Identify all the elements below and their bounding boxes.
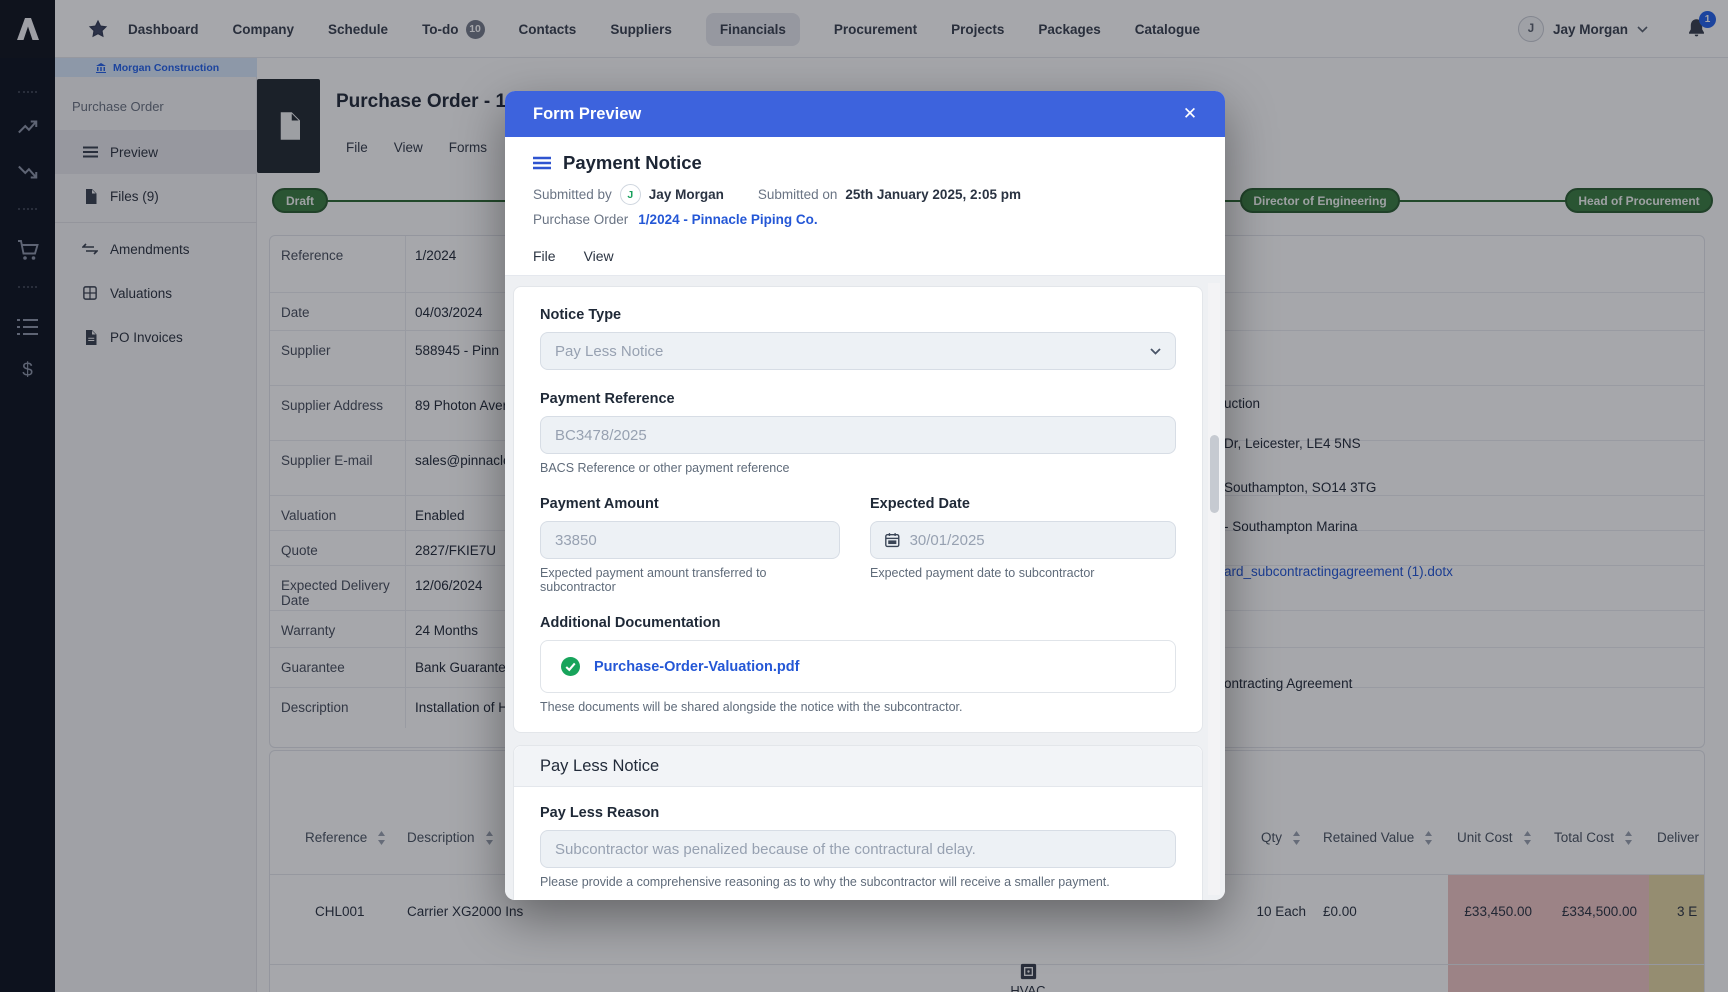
calendar-icon [885,532,900,548]
form-preview-modal: Form Preview ✕ Payment Notice Submitted … [505,91,1225,900]
chevron-down-icon [1150,348,1161,355]
expected-date-helper: Expected payment date to subcontractor [870,566,1176,580]
po-label: Purchase Order [533,212,628,227]
payment-amount-input[interactable] [555,532,825,549]
expected-date-input[interactable] [910,532,1161,549]
payment-reference-label: Payment Reference [540,391,1176,407]
payment-amount-helper: Expected payment amount transferred to s… [540,566,840,594]
notice-type-label: Notice Type [540,307,1176,323]
modal-menu-view[interactable]: View [584,248,614,264]
submitter-avatar: J [620,184,641,205]
document-link[interactable]: Purchase-Order-Valuation.pdf [594,659,799,675]
notice-type-value: Pay Less Notice [555,343,663,360]
payment-amount-field[interactable] [540,521,840,559]
pay-less-section-title: Pay Less Notice [514,746,1202,787]
attached-document[interactable]: Purchase-Order-Valuation.pdf [540,640,1176,693]
pay-less-reason-label: Pay Less Reason [540,805,1176,821]
payment-reference-field[interactable] [540,416,1176,454]
form-info-section: Payment Notice Submitted by J Jay Morgan… [505,137,1225,239]
scrollbar-thumb[interactable] [1210,435,1219,513]
pay-less-reason-field[interactable] [540,830,1176,868]
additional-documentation-helper: These documents will be shared alongside… [540,700,1176,714]
pay-less-notice-card: Pay Less Notice Pay Less Reason Please p… [513,745,1203,900]
payment-reference-helper: BACS Reference or other payment referenc… [540,461,1176,475]
form-lines-icon [533,156,551,170]
submitter-name: Jay Morgan [649,187,724,202]
app-screen: Dashboard Company Schedule To-do 10 Cont… [0,0,1728,992]
payment-notice-card: Notice Type Pay Less Notice Payment Refe… [513,286,1203,733]
check-circle-icon [561,657,580,676]
expected-date-field[interactable] [870,521,1176,559]
payment-reference-input[interactable] [555,427,1161,444]
po-link[interactable]: 1/2024 - Pinnacle Piping Co. [638,212,817,227]
modal-menu-file[interactable]: File [533,248,556,264]
modal-form-body: Notice Type Pay Less Notice Payment Refe… [505,276,1225,900]
payment-amount-label: Payment Amount [540,496,840,512]
expected-date-label: Expected Date [870,496,1176,512]
form-title: Payment Notice [563,152,702,174]
notice-type-select[interactable]: Pay Less Notice [540,332,1176,370]
submitted-on-value: 25th January 2025, 2:05 pm [845,187,1021,202]
modal-menubar: File View [505,239,1225,276]
submitted-on-label: Submitted on [758,187,838,202]
pay-less-reason-helper: Please provide a comprehensive reasoning… [540,875,1176,889]
submitted-by-label: Submitted by [533,187,612,202]
additional-documentation-label: Additional Documentation [540,615,1176,631]
close-icon[interactable]: ✕ [1177,101,1203,127]
modal-title: Form Preview [533,105,641,124]
pay-less-reason-input[interactable] [555,841,1161,858]
modal-header: Form Preview ✕ [505,91,1225,137]
modal-scrollbar[interactable] [1208,283,1220,895]
